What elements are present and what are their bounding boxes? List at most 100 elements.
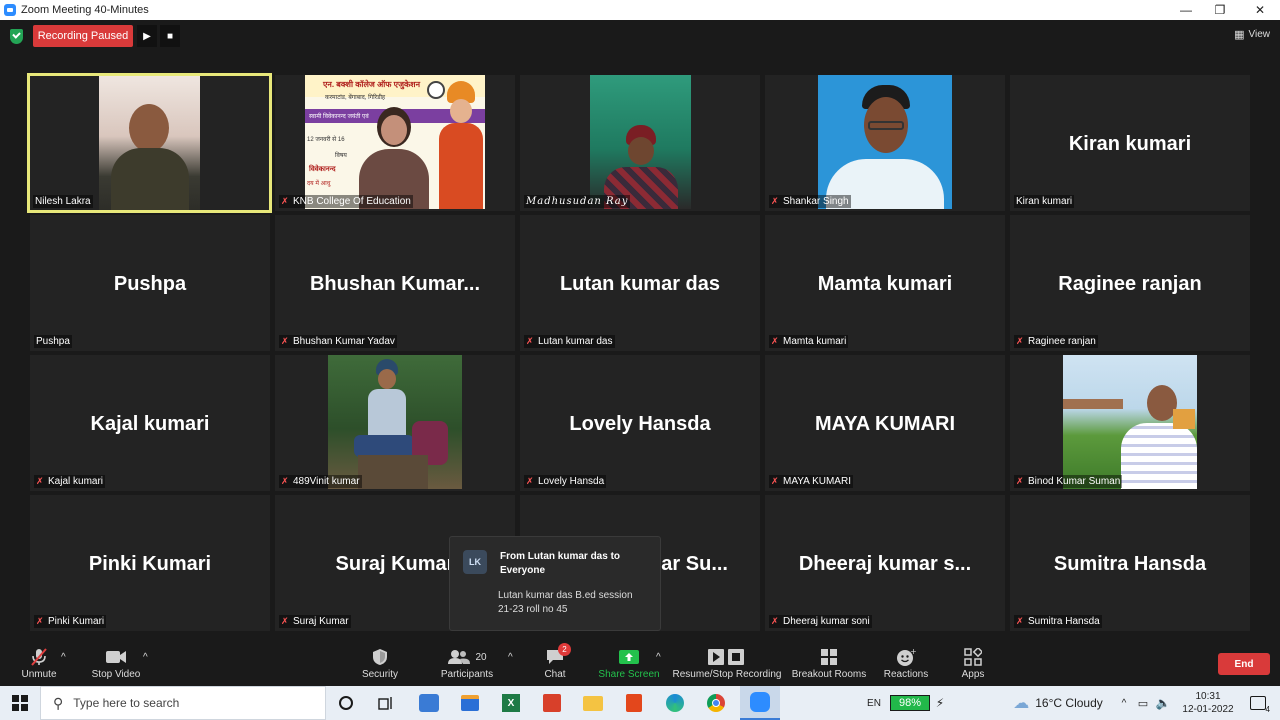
volume-icon[interactable]: 🔈 bbox=[1154, 686, 1172, 720]
breakout-rooms-icon bbox=[788, 648, 870, 666]
recording-controls-icon bbox=[670, 648, 784, 666]
end-meeting-button[interactable]: End bbox=[1218, 653, 1270, 675]
participant-display-name: Sumitra Hansda bbox=[1053, 553, 1207, 575]
video-tile[interactable]: Bhushan Kumar... ✗ Bhushan Kumar Yadav bbox=[275, 215, 515, 351]
participants-icon: 20 bbox=[437, 648, 497, 666]
banner-text: विषय bbox=[335, 153, 347, 159]
start-button[interactable] bbox=[0, 686, 40, 720]
clock-time: 10:31 bbox=[1195, 691, 1221, 702]
cortana-icon[interactable] bbox=[332, 686, 360, 720]
video-tile[interactable]: Kiran kumari Kiran kumari bbox=[1010, 75, 1250, 211]
video-tile[interactable]: ✗ 489Vinit kumar bbox=[275, 355, 515, 491]
photo-app-icon[interactable] bbox=[414, 686, 444, 720]
share-screen-button[interactable]: Share Screen bbox=[597, 648, 661, 680]
windows-taskbar: ⚲ Type here to search X EN 98% ⚡ ☁ 16°C … bbox=[0, 686, 1280, 720]
audio-options-caret[interactable]: ^ bbox=[61, 652, 66, 663]
video-tile[interactable]: Mamta kumari ✗ Mamta kumari bbox=[765, 215, 1005, 351]
video-tile[interactable]: Nilesh Lakra bbox=[27, 73, 272, 213]
share-options-caret[interactable]: ^ bbox=[656, 652, 661, 663]
reactions-button[interactable]: + Reactions bbox=[880, 647, 932, 680]
battery-indicator[interactable]: 98% bbox=[888, 686, 932, 720]
video-tile[interactable]: Kajal kumari ✗ Kajal kumari bbox=[30, 355, 270, 491]
zoom-taskbar-icon[interactable] bbox=[740, 686, 780, 720]
banner-text: विवेकानन्द bbox=[309, 166, 336, 173]
input-language[interactable]: EN bbox=[862, 686, 886, 720]
view-label: View bbox=[1248, 29, 1271, 40]
participant-display-name: Lovely Hansda bbox=[569, 413, 711, 435]
breakout-rooms-label: Breakout Rooms bbox=[791, 669, 867, 680]
participant-video: एन. बक्शी कॉलेज ऑफ एजुकेशन करमाटांड, बें… bbox=[305, 75, 485, 209]
video-options-caret[interactable]: ^ bbox=[143, 652, 148, 663]
mic-muted-icon: ✗ bbox=[771, 616, 779, 626]
chat-message: Lutan kumar das B.ed session 21-23 roll … bbox=[498, 590, 633, 615]
video-tile[interactable]: MAYA KUMARI ✗ MAYA KUMARI bbox=[765, 355, 1005, 491]
notification-count: 4 bbox=[1265, 705, 1270, 714]
file-explorer-icon[interactable] bbox=[578, 686, 608, 720]
store-icon[interactable] bbox=[455, 686, 485, 720]
chat-badge: 2 bbox=[558, 643, 571, 656]
banner-text: करमाटांड, बेंगाबाद, गिरिडीह bbox=[325, 95, 386, 101]
participant-video bbox=[99, 76, 200, 210]
participant-name: ✗ Dheeraj kumar soni bbox=[769, 615, 872, 628]
chat-icon: 2 bbox=[537, 643, 573, 666]
video-tile[interactable]: Pinki Kumari ✗ Pinki Kumari bbox=[30, 495, 270, 631]
pdf-app-icon[interactable] bbox=[537, 686, 567, 720]
show-hidden-icons-chevron-icon[interactable]: ^ bbox=[1116, 686, 1132, 720]
participant-display-name: MAYA KUMARI bbox=[814, 413, 956, 435]
video-tile[interactable]: Madhusudan Ray bbox=[520, 75, 760, 211]
network-icon[interactable]: ▭ bbox=[1134, 686, 1152, 720]
resume-stop-recording-button[interactable]: Resume/Stop Recording bbox=[670, 648, 784, 680]
stop-video-button[interactable]: Stop Video bbox=[88, 648, 144, 680]
maximize-button[interactable]: ❐ bbox=[1200, 0, 1240, 20]
participant-name: Nilesh Lakra bbox=[33, 195, 93, 208]
video-tile[interactable]: Sumitra Hansda ✗ Sumitra Hansda bbox=[1010, 495, 1250, 631]
participant-name: ✗ Kajal kumari bbox=[34, 475, 106, 488]
breakout-rooms-button[interactable]: Breakout Rooms bbox=[788, 648, 870, 680]
mic-muted-icon: ✗ bbox=[281, 476, 289, 486]
svg-text:+: + bbox=[910, 647, 916, 656]
video-tile[interactable]: Raginee ranjan ✗ Raginee ranjan bbox=[1010, 215, 1250, 351]
stop-video-label: Stop Video bbox=[91, 669, 141, 680]
office-icon[interactable] bbox=[619, 686, 649, 720]
mic-muted-icon: ✗ bbox=[771, 196, 779, 206]
mic-muted-icon: ✗ bbox=[281, 336, 289, 346]
clock[interactable]: 10:31 12-01-2022 bbox=[1176, 686, 1240, 720]
resume-recording-button[interactable]: ▶ bbox=[137, 25, 157, 47]
chat-notification-popup[interactable]: LK From Lutan kumar das to Everyone Luta… bbox=[449, 536, 661, 631]
chat-label: Chat bbox=[544, 669, 566, 680]
notifications-button[interactable]: 4 bbox=[1244, 686, 1272, 720]
security-button[interactable]: Security bbox=[357, 648, 403, 680]
view-button[interactable]: ▦ View bbox=[1234, 28, 1270, 41]
edge-browser-icon[interactable] bbox=[660, 686, 690, 720]
task-view-icon[interactable] bbox=[372, 686, 400, 720]
chat-button[interactable]: 2 Chat bbox=[537, 643, 573, 680]
apps-button[interactable]: Apps bbox=[955, 648, 991, 680]
video-tile[interactable]: Lovely Hansda ✗ Lovely Hansda bbox=[520, 355, 760, 491]
recording-label: Resume/Stop Recording bbox=[672, 669, 782, 680]
cloud-icon: ☁ bbox=[1013, 695, 1030, 712]
charging-plug-icon: ⚡ bbox=[935, 696, 945, 710]
meeting-toolbar: Unmute ^ Stop Video ^ Security 20 Partic… bbox=[0, 638, 1280, 686]
close-button[interactable]: ✕ bbox=[1240, 0, 1280, 20]
participant-video bbox=[590, 75, 691, 209]
chrome-browser-icon[interactable] bbox=[701, 686, 731, 720]
unmute-button[interactable]: Unmute bbox=[18, 648, 60, 680]
excel-icon[interactable]: X bbox=[496, 686, 526, 720]
participant-name: ✗ Lovely Hansda bbox=[524, 475, 607, 488]
video-tile[interactable]: ✗ Shankar Singh bbox=[765, 75, 1005, 211]
video-tile[interactable]: Pushpa Pushpa bbox=[30, 215, 270, 351]
video-tile[interactable]: Lutan kumar das ✗ Lutan kumar das bbox=[520, 215, 760, 351]
participant-name: ✗ Binod Kumar Suman bbox=[1014, 475, 1123, 488]
participants-options-caret[interactable]: ^ bbox=[508, 652, 513, 663]
weather-widget[interactable]: ☁ 16°C Cloudy bbox=[1008, 686, 1108, 720]
taskbar-search-input[interactable]: ⚲ Type here to search bbox=[40, 686, 326, 720]
video-tile[interactable]: Dheeraj kumar s... ✗ Dheeraj kumar soni bbox=[765, 495, 1005, 631]
participants-button[interactable]: 20 Participants bbox=[437, 648, 497, 680]
participant-display-name: Kajal kumari bbox=[90, 413, 210, 435]
encryption-shield-icon[interactable] bbox=[10, 29, 23, 44]
video-tile[interactable]: ✗ Binod Kumar Suman bbox=[1010, 355, 1250, 491]
sender-avatar: LK bbox=[463, 550, 487, 574]
participant-name: ✗ Mamta kumari bbox=[769, 335, 849, 348]
video-tile[interactable]: एन. बक्शी कॉलेज ऑफ एजुकेशन करमाटांड, बें… bbox=[275, 75, 515, 211]
stop-recording-button[interactable]: ■ bbox=[160, 25, 180, 47]
